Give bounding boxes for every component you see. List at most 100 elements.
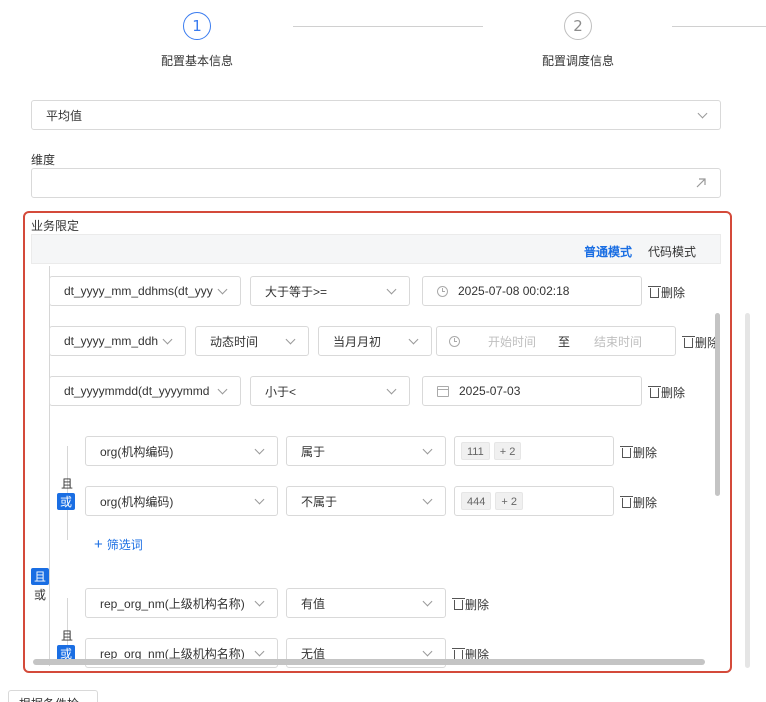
- chevron-down-icon: [217, 384, 228, 394]
- trash-icon: [620, 495, 633, 508]
- trash-icon: [452, 597, 465, 610]
- chevron-down-icon: [422, 646, 433, 656]
- add-filter-label: 筛选词: [106, 538, 143, 552]
- g2-tag: 444: [461, 492, 492, 510]
- c2-range-input[interactable]: 开始时间 至 结束时间: [436, 326, 676, 356]
- c3-date-input[interactable]: 2025-07-03: [422, 376, 642, 406]
- c2-mode-select[interactable]: 动态时间: [195, 326, 309, 356]
- c1-datetime-input[interactable]: 2025-07-08 00:02:18: [422, 276, 642, 306]
- g1-value-select[interactable]: 111 + 2: [454, 436, 614, 466]
- g2-operator-select[interactable]: 不属于: [286, 486, 446, 516]
- step-connector-tail: [672, 26, 766, 27]
- delete-label: 删除: [633, 446, 658, 460]
- c2-period-value: 当月月初: [333, 334, 382, 349]
- c1-field-select[interactable]: dt_yyyy_mm_ddhms(dt_yyy: [49, 276, 241, 306]
- c2-delete-button[interactable]: 删除: [682, 334, 719, 351]
- page-scrollbar[interactable]: [745, 313, 750, 668]
- trash-icon: [682, 335, 695, 348]
- chevron-down-icon: [254, 494, 265, 504]
- step-2-indicator[interactable]: 2: [564, 12, 592, 40]
- g2-delete-button[interactable]: 删除: [620, 494, 658, 511]
- c2-end-placeholder: 结束时间: [594, 334, 643, 349]
- dimension-input[interactable]: [31, 168, 721, 198]
- g2-value-select[interactable]: 444 + 2: [454, 486, 614, 516]
- clock-icon: [437, 285, 448, 297]
- step-2-number: 2: [573, 17, 583, 35]
- g2-operator-value: 不属于: [301, 494, 338, 509]
- aggregation-select[interactable]: 平均值: [31, 100, 721, 130]
- step-2-label: 配置调度信息: [542, 54, 615, 68]
- g2-more-tag: + 2: [495, 492, 523, 510]
- range-separator: 至: [558, 334, 571, 349]
- h1-operator-select[interactable]: 有值: [286, 588, 446, 618]
- aggregation-value: 平均值: [46, 108, 83, 123]
- chevron-down-icon: [386, 284, 397, 294]
- step-1-label: 配置基本信息: [161, 54, 234, 68]
- validate-button[interactable]: 根据条件检验: [8, 690, 98, 702]
- delete-label: 删除: [465, 598, 490, 612]
- chevron-down-icon: [408, 334, 419, 344]
- c1-field-value: dt_yyyy_mm_ddhms(dt_yyy: [64, 284, 213, 298]
- c2-period-select[interactable]: 当月月初: [318, 326, 432, 356]
- chevron-down-icon: [697, 108, 708, 118]
- dimension-label: 维度: [31, 153, 56, 167]
- g2-field-value: org(机构编码): [100, 494, 174, 509]
- chevron-down-icon: [386, 384, 397, 394]
- chevron-down-icon: [217, 284, 228, 294]
- trash-icon: [648, 385, 661, 398]
- g1-field-value: org(机构编码): [100, 444, 174, 459]
- chevron-down-icon: [254, 646, 265, 656]
- step-connector: [293, 26, 483, 27]
- plus-icon: +: [94, 536, 103, 553]
- delete-label: 删除: [633, 496, 658, 510]
- delete-label: 删除: [661, 286, 686, 300]
- g1-tag: 111: [461, 442, 490, 460]
- c1-operator-select[interactable]: 大于等于>=: [250, 276, 410, 306]
- panel-vertical-scrollbar[interactable]: [715, 313, 720, 496]
- chevron-down-icon: [285, 334, 296, 344]
- h1-field-value: rep_org_nm(上级机构名称): [100, 596, 245, 611]
- c3-operator-value: 小于<: [265, 384, 297, 399]
- c1-operator-value: 大于等于>=: [265, 284, 328, 299]
- panel-horizontal-scrollbar[interactable]: [33, 659, 705, 665]
- chevron-down-icon: [422, 494, 433, 504]
- c2-field-select[interactable]: dt_yyyy_mm_ddh: [49, 326, 186, 356]
- c3-field-select[interactable]: dt_yyyymmdd(dt_yyyymmd: [49, 376, 241, 406]
- clock-icon: [449, 335, 460, 347]
- chevron-down-icon: [162, 334, 173, 344]
- g1-more-tag: + 2: [493, 442, 522, 460]
- expand-arrow-icon[interactable]: [694, 176, 708, 190]
- code-mode-tab[interactable]: 代码模式: [648, 243, 696, 260]
- g1-delete-button[interactable]: 删除: [620, 444, 658, 461]
- chevron-down-icon: [254, 444, 265, 454]
- outer-and-toggle[interactable]: 且: [31, 568, 49, 585]
- group1-or-toggle[interactable]: 或: [57, 493, 75, 510]
- c2-field-value: dt_yyyy_mm_ddh: [64, 334, 158, 348]
- group2-and-toggle[interactable]: 且: [58, 627, 76, 644]
- chevron-down-icon: [422, 596, 433, 606]
- h1-field-select[interactable]: rep_org_nm(上级机构名称): [85, 588, 278, 618]
- h1-operator-value: 有值: [301, 596, 326, 611]
- g2-field-select[interactable]: org(机构编码): [85, 486, 278, 516]
- mode-toolbar: 普通模式 代码模式: [31, 234, 721, 264]
- g1-field-select[interactable]: org(机构编码): [85, 436, 278, 466]
- normal-mode-tab[interactable]: 普通模式: [584, 243, 632, 260]
- g1-operator-select[interactable]: 属于: [286, 436, 446, 466]
- c2-mode-value: 动态时间: [210, 334, 259, 349]
- step-1-indicator[interactable]: 1: [183, 12, 211, 40]
- c3-delete-button[interactable]: 删除: [648, 384, 686, 401]
- trash-icon: [620, 445, 633, 458]
- h1-delete-button[interactable]: 删除: [452, 596, 490, 613]
- calendar-icon: [437, 385, 449, 397]
- chevron-down-icon: [254, 596, 265, 606]
- c3-operator-select[interactable]: 小于<: [250, 376, 410, 406]
- trash-icon: [648, 285, 661, 298]
- group1-and-toggle[interactable]: 且: [58, 475, 76, 492]
- delete-label: 删除: [661, 386, 686, 400]
- c1-datetime-value: 2025-07-08 00:02:18: [458, 284, 570, 298]
- c2-start-placeholder: 开始时间: [488, 334, 537, 349]
- add-filter-button[interactable]: + 筛选词: [94, 536, 143, 553]
- outer-or-toggle[interactable]: 或: [31, 586, 49, 603]
- c1-delete-button[interactable]: 删除: [648, 284, 686, 301]
- step-1-number: 1: [192, 17, 202, 35]
